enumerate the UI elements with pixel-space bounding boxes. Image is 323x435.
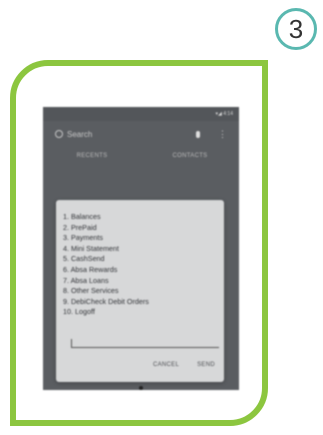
menu-item: 5. CashSend xyxy=(63,254,105,264)
navigation-dot xyxy=(139,386,143,390)
menu-item: 10. Logoff xyxy=(63,307,95,317)
ussd-menu-list: 1. Balances 2. PrePaid 3. Payments 4. Mi… xyxy=(63,212,149,318)
phone-screenshot: ▾◢ 4:14 Search ⋮ RECENTS CONTACTS 1. Bal… xyxy=(43,107,239,390)
ussd-dialog: 1. Balances 2. PrePaid 3. Payments 4. Mi… xyxy=(56,200,224,382)
search-bar[interactable]: Search ⋮ xyxy=(43,121,239,147)
menu-item: 8. Other Services xyxy=(63,286,119,296)
cancel-button[interactable]: CANCEL xyxy=(153,362,179,368)
status-bar: ▾◢ 4:14 xyxy=(43,107,239,121)
search-input[interactable]: Search xyxy=(67,130,196,139)
menu-item: 9. DebiCheck Debit Orders xyxy=(63,296,149,306)
search-icon xyxy=(55,130,63,138)
menu-item: 2. PrePaid xyxy=(63,222,97,232)
menu-item: 6. Absa Rewards xyxy=(63,264,118,274)
tab-recents[interactable]: RECENTS xyxy=(43,149,141,163)
menu-item: 1. Balances xyxy=(63,212,101,221)
page: 3 ▾◢ 4:14 Search ⋮ RECENTS CONTACTS 1. B… xyxy=(0,0,323,435)
step-number-badge: 3 xyxy=(275,8,317,50)
phone-tabs: RECENTS CONTACTS xyxy=(43,149,239,163)
menu-item: 4. Mini Statement xyxy=(63,243,119,253)
menu-item: 7. Absa Loans xyxy=(63,275,109,285)
more-options-icon[interactable]: ⋮ xyxy=(218,129,227,139)
microphone-icon[interactable] xyxy=(196,130,200,138)
dialog-actions: CANCEL SEND xyxy=(135,362,215,368)
send-button[interactable]: SEND xyxy=(197,362,215,368)
ussd-reply-input[interactable] xyxy=(71,339,219,348)
tab-contacts[interactable]: CONTACTS xyxy=(141,149,239,163)
menu-item: 3. Payments xyxy=(63,233,103,243)
